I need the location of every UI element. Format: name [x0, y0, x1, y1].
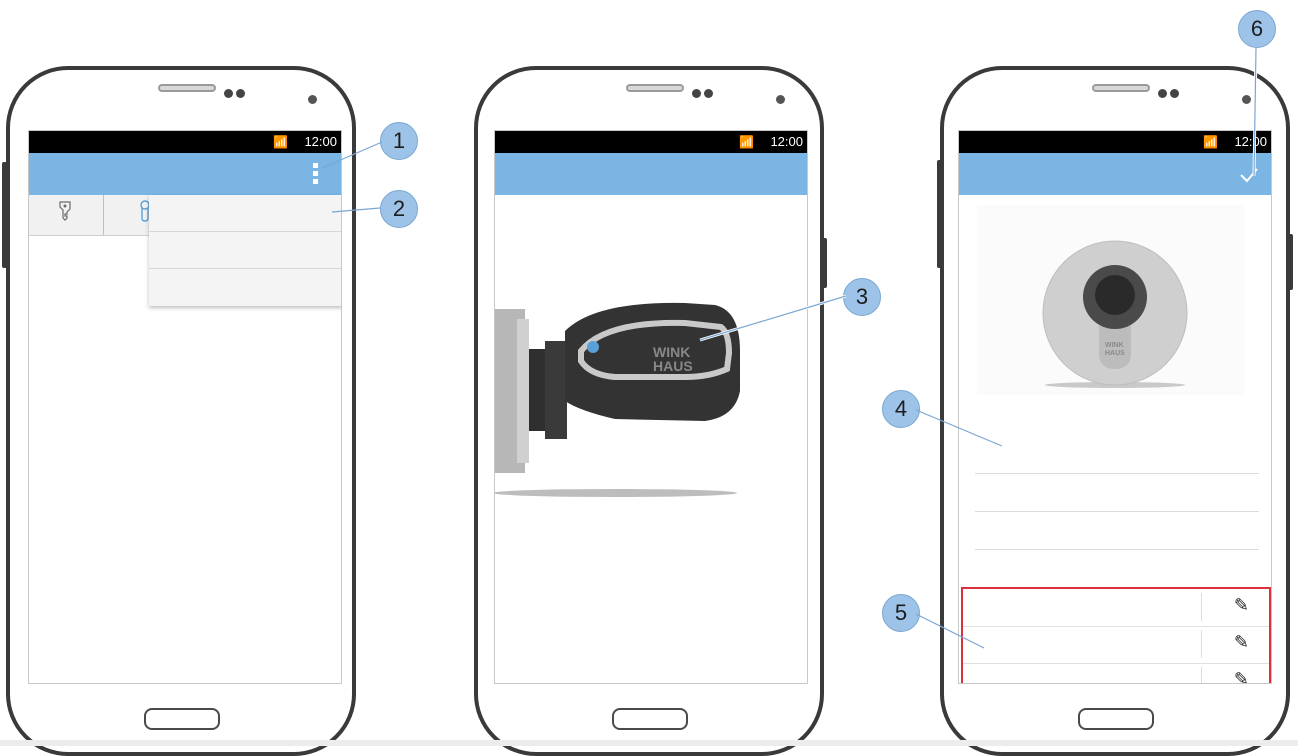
- svg-text:HAUS: HAUS: [653, 358, 693, 374]
- key-icon: [59, 201, 71, 221]
- pencil-icon[interactable]: ✎: [1234, 595, 1249, 616]
- status-icons: 📶: [1203, 135, 1219, 149]
- callout-line-4: [915, 409, 1003, 447]
- side-button: [937, 160, 942, 268]
- field-line[interactable]: [975, 473, 1259, 474]
- editable-rows-highlight: ✎ ✎ ✎: [961, 587, 1271, 683]
- callout-6: 6: [1238, 10, 1276, 48]
- sensor: [704, 89, 713, 98]
- field-line[interactable]: [975, 549, 1259, 550]
- edit-row[interactable]: ✎: [963, 589, 1269, 627]
- tab-keys[interactable]: [29, 195, 104, 235]
- status-bar: 📶 12:00: [959, 131, 1271, 153]
- home-button: [612, 708, 688, 730]
- status-time: 12:00: [770, 134, 803, 149]
- screen-1: 📶 12:00: [28, 130, 342, 684]
- sensor: [224, 89, 233, 98]
- callout-line-5: [915, 613, 985, 649]
- front-camera: [776, 95, 785, 104]
- callout-line-6: [1252, 47, 1258, 177]
- app-bar: [29, 153, 341, 195]
- edit-row[interactable]: ✎: [963, 663, 1269, 683]
- pencil-icon[interactable]: ✎: [1234, 632, 1249, 653]
- side-button: [2, 162, 7, 268]
- pencil-icon[interactable]: ✎: [1234, 669, 1249, 683]
- menu-item[interactable]: [149, 195, 341, 232]
- status-bar: 📶 12:00: [495, 131, 807, 153]
- speaker: [1092, 84, 1150, 92]
- svg-text:WINK: WINK: [1105, 342, 1124, 349]
- overflow-menu: [149, 195, 341, 306]
- menu-item[interactable]: [149, 232, 341, 269]
- home-button: [144, 708, 220, 730]
- status-bar: 📶 12:00: [29, 131, 341, 153]
- menu-item[interactable]: [149, 269, 341, 306]
- status-icons: 📶: [273, 135, 289, 149]
- sensor: [1158, 89, 1167, 98]
- sensor: [236, 89, 245, 98]
- sensor: [692, 89, 701, 98]
- speaker: [158, 84, 216, 92]
- side-button: [1288, 234, 1293, 290]
- sensor: [1170, 89, 1179, 98]
- callout-line-3: [699, 294, 847, 342]
- edit-row[interactable]: ✎: [963, 626, 1269, 664]
- callout-line-1: [321, 141, 383, 169]
- lock-cylinder-image: WINK HAUS: [977, 205, 1245, 395]
- front-camera: [308, 95, 317, 104]
- base-shadow: [0, 740, 1298, 746]
- app-bar: [959, 153, 1271, 195]
- field-line[interactable]: [975, 511, 1259, 512]
- svg-text:HAUS: HAUS: [1105, 350, 1125, 357]
- status-icons: 📶: [739, 135, 755, 149]
- app-bar: [495, 153, 807, 195]
- home-button: [1078, 708, 1154, 730]
- screen-2: 📶 12:00 WINK HAUS: [494, 130, 808, 684]
- callout-line-2: [331, 207, 381, 213]
- side-button: [822, 238, 827, 288]
- speaker: [626, 84, 684, 92]
